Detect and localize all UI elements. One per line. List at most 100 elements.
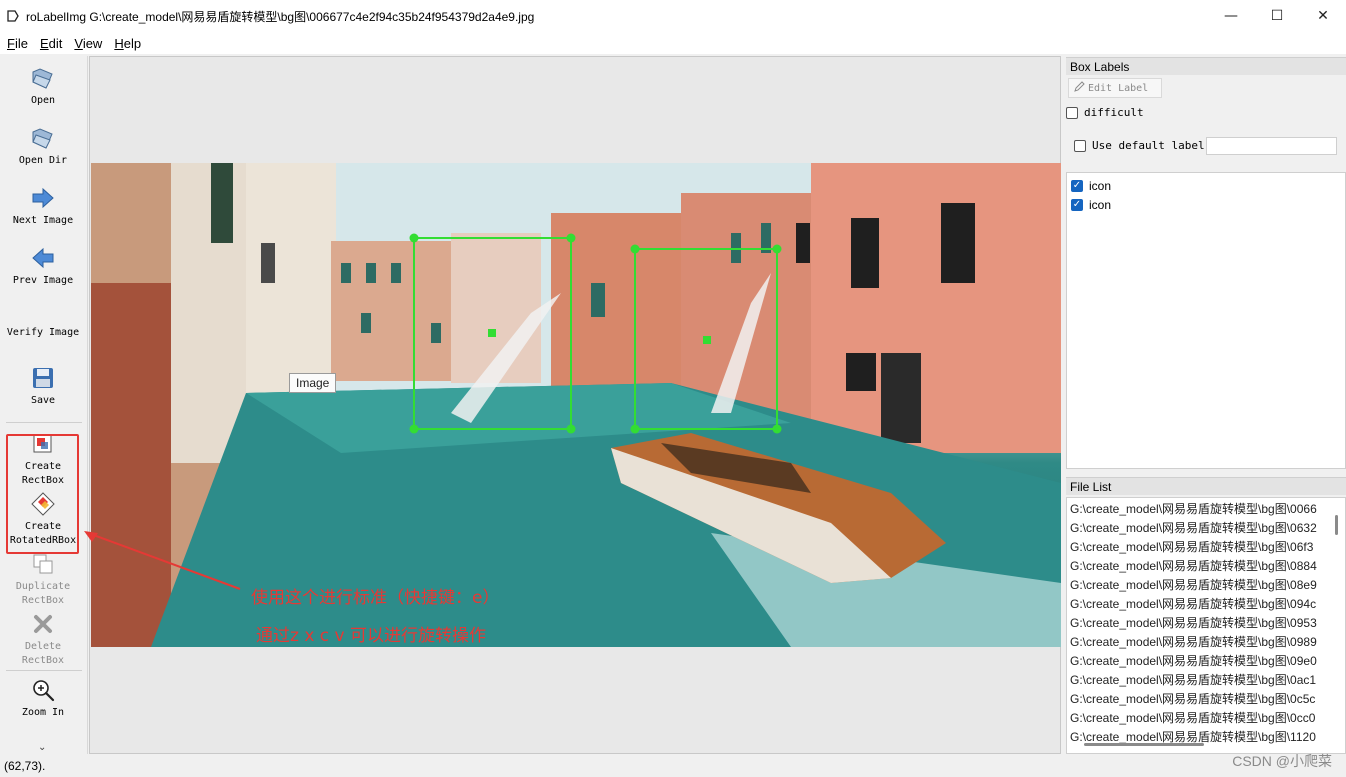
- toolbar: Open Open Dir Next Image Prev Image Veri…: [0, 56, 88, 754]
- menu-bar: File Edit View Help: [0, 32, 1346, 54]
- save-button[interactable]: Save: [0, 364, 86, 408]
- status-bar: (62,73).: [0, 756, 1346, 777]
- delete-label-2: RectBox: [21, 655, 65, 666]
- minimize-button[interactable]: —: [1208, 0, 1254, 32]
- duplicate-rectbox-button[interactable]: Duplicate RectBox: [0, 550, 86, 608]
- edit-label-button[interactable]: Edit Label: [1068, 78, 1162, 98]
- file-list[interactable]: G:\create_model\网易易盾旋转模型\bg图\0066 G:\cre…: [1066, 497, 1346, 754]
- arrow-left-icon: [29, 244, 57, 272]
- use-default-label-row[interactable]: Use default label: [1074, 139, 1205, 152]
- menu-file-mnemonic: F: [7, 35, 15, 51]
- menu-edit-mnemonic: E: [39, 35, 49, 51]
- label-list-item[interactable]: ✓ icon: [1067, 176, 1345, 195]
- file-list-item[interactable]: G:\create_model\网易易盾旋转模型\bg图\08e9: [1067, 576, 1345, 595]
- menu-edit[interactable]: Edit: [35, 36, 67, 51]
- menu-help[interactable]: Help: [109, 36, 146, 51]
- file-list-item[interactable]: G:\create_model\网易易盾旋转模型\bg图\0ac1: [1067, 671, 1345, 690]
- file-list-item[interactable]: G:\create_model\网易易盾旋转模型\bg图\0c5c: [1067, 690, 1345, 709]
- app-icon: [0, 0, 26, 32]
- use-default-label-checkbox[interactable]: [1074, 139, 1086, 152]
- menu-view-label: iew: [82, 35, 103, 51]
- default-label-input[interactable]: [1206, 137, 1337, 155]
- delete-label-1: Delete: [24, 641, 62, 652]
- watermark: CSDN @小爬菜: [1232, 753, 1332, 769]
- toolbar-separator: [6, 422, 82, 423]
- cursor-coordinates: (62,73).: [4, 759, 46, 773]
- annotation-line-1: 使用这个进行标准（快捷键：e）: [251, 588, 500, 608]
- label-item-text: icon: [1089, 178, 1112, 193]
- menu-view[interactable]: View: [69, 36, 107, 51]
- image-tooltip: Image: [289, 373, 337, 393]
- file-list-item[interactable]: G:\create_model\网易易盾旋转模型\bg图\0884: [1067, 557, 1345, 576]
- toolbar-more-icon[interactable]: ⌄: [38, 742, 46, 753]
- use-default-label-text: Use default label: [1092, 139, 1205, 152]
- file-list-item[interactable]: G:\create_model\网易易盾旋转模型\bg图\0cc0: [1067, 709, 1345, 728]
- difficult-checkbox-row[interactable]: difficult: [1066, 106, 1144, 119]
- next-image-label: Next Image: [12, 215, 74, 226]
- open-dir-icon: [29, 124, 57, 152]
- bbox-2-handle[interactable]: [772, 424, 782, 434]
- file-list-horizontal-scrollbar[interactable]: [1084, 743, 1204, 746]
- save-icon: [29, 364, 57, 392]
- window-title: roLabelImg G:\create_model\网易易盾旋转模型\bg图\…: [26, 9, 535, 24]
- checkmark-icon[interactable]: ✓: [1071, 198, 1083, 211]
- bbox-1-handle[interactable]: [409, 233, 419, 243]
- open-dir-label: Open Dir: [18, 155, 68, 166]
- bbox-2-handle[interactable]: [630, 244, 640, 254]
- zoom-in-button[interactable]: Zoom In: [0, 676, 86, 720]
- menu-file[interactable]: File: [2, 36, 33, 51]
- label-list[interactable]: ✓ icon ✓ icon: [1066, 172, 1346, 469]
- file-list-item[interactable]: G:\create_model\网易易盾旋转模型\bg图\06f3: [1067, 538, 1345, 557]
- open-folder-icon: [29, 64, 57, 92]
- bbox-1-handle[interactable]: [409, 424, 419, 434]
- duplicate-icon: [29, 550, 57, 578]
- file-list-item[interactable]: G:\create_model\网易易盾旋转模型\bg图\0632: [1067, 519, 1345, 538]
- verify-image-label: Verify Image: [6, 327, 80, 338]
- toolbar-separator: [6, 670, 82, 671]
- file-list-title: File List: [1066, 477, 1346, 495]
- menu-help-label: elp: [123, 35, 142, 51]
- open-label: Open: [30, 95, 56, 106]
- annotation-arrow: [84, 531, 241, 590]
- highlight-box: [6, 434, 79, 554]
- file-list-vertical-scrollbar[interactable]: [1335, 515, 1338, 535]
- menu-file-label: ile: [14, 35, 28, 51]
- bbox-1-handle[interactable]: [566, 233, 576, 243]
- menu-edit-label: dit: [48, 35, 63, 51]
- label-list-item[interactable]: ✓ icon: [1067, 195, 1345, 214]
- delete-rectbox-button[interactable]: Delete RectBox: [0, 610, 86, 668]
- save-label: Save: [30, 395, 56, 406]
- bbox-2-handle[interactable]: [630, 424, 640, 434]
- zoom-in-label: Zoom In: [21, 707, 65, 718]
- delete-icon: [29, 610, 57, 638]
- verify-image-button[interactable]: Verify Image: [0, 326, 86, 340]
- difficult-label: difficult: [1084, 106, 1144, 119]
- pencil-icon: [1073, 80, 1085, 96]
- bbox-1-center[interactable]: [488, 329, 496, 337]
- open-dir-button[interactable]: Open Dir: [0, 124, 86, 168]
- open-button[interactable]: Open: [0, 64, 86, 108]
- checkmark-icon[interactable]: ✓: [1071, 179, 1083, 192]
- file-list-item[interactable]: G:\create_model\网易易盾旋转模型\bg图\09e0: [1067, 652, 1345, 671]
- menu-view-mnemonic: V: [74, 35, 83, 51]
- file-list-item[interactable]: G:\create_model\网易易盾旋转模型\bg图\0066: [1067, 500, 1345, 519]
- next-image-button[interactable]: Next Image: [0, 184, 86, 228]
- file-list-item[interactable]: G:\create_model\网易易盾旋转模型\bg图\0953: [1067, 614, 1345, 633]
- zoom-in-icon: [29, 676, 57, 704]
- title-bar: roLabelImg G:\create_model\网易易盾旋转模型\bg图\…: [0, 0, 1346, 32]
- image-canvas[interactable]: Image 使用这个进行标准（快捷键：e） 通过z x c v 可以进行旋转操作: [84, 56, 1061, 754]
- edit-label-text: Edit Label: [1088, 82, 1149, 94]
- prev-image-button[interactable]: Prev Image: [0, 244, 86, 288]
- annotation-line-2: 通过z x c v 可以进行旋转操作: [256, 626, 487, 646]
- difficult-checkbox[interactable]: [1066, 106, 1078, 119]
- maximize-button[interactable]: ☐: [1254, 0, 1300, 32]
- close-button[interactable]: ✕: [1300, 0, 1346, 32]
- arrow-right-icon: [29, 184, 57, 212]
- bbox-2-handle[interactable]: [772, 244, 782, 254]
- bbox-2-center[interactable]: [703, 336, 711, 344]
- file-list-item[interactable]: G:\create_model\网易易盾旋转模型\bg图\0989: [1067, 633, 1345, 652]
- label-item-text: icon: [1089, 197, 1112, 212]
- box-labels-title: Box Labels: [1066, 57, 1346, 75]
- bbox-1-handle[interactable]: [566, 424, 576, 434]
- file-list-item[interactable]: G:\create_model\网易易盾旋转模型\bg图\094c: [1067, 595, 1345, 614]
